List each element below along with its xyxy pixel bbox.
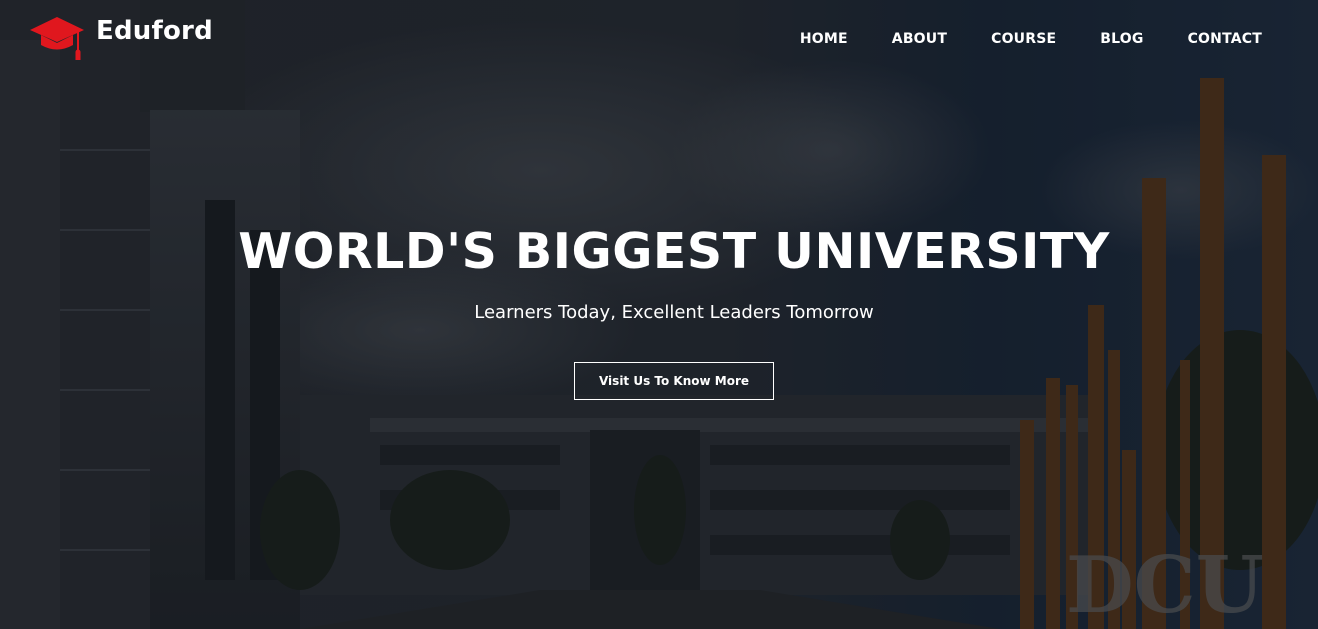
hero-section: DCU Eduford HOME ABOUT COURSE BLOG CONTA…	[0, 0, 1318, 629]
hero-subtitle: Learners Today, Excellent Leaders Tomorr…	[474, 302, 874, 323]
brand-name: Eduford	[96, 16, 213, 46]
nav-item-course[interactable]: COURSE	[991, 28, 1056, 50]
main-nav: HOME ABOUT COURSE BLOG CONTACT	[800, 28, 1262, 50]
visit-us-button[interactable]: Visit Us To Know More	[574, 362, 774, 400]
brand-logo-link[interactable]: Eduford	[28, 14, 213, 64]
graduation-cap-icon	[30, 17, 84, 60]
site-header: Eduford HOME ABOUT COURSE BLOG CONTACT	[0, 0, 1318, 80]
hero-title: WORLD'S BIGGEST UNIVERSITY	[238, 223, 1110, 280]
nav-item-blog[interactable]: BLOG	[1100, 28, 1143, 50]
nav-item-contact[interactable]: CONTACT	[1188, 28, 1262, 50]
nav-item-about[interactable]: ABOUT	[892, 28, 947, 50]
nav-item-home[interactable]: HOME	[800, 28, 848, 50]
hero-content: WORLD'S BIGGEST UNIVERSITY Learners Toda…	[0, 222, 1318, 400]
